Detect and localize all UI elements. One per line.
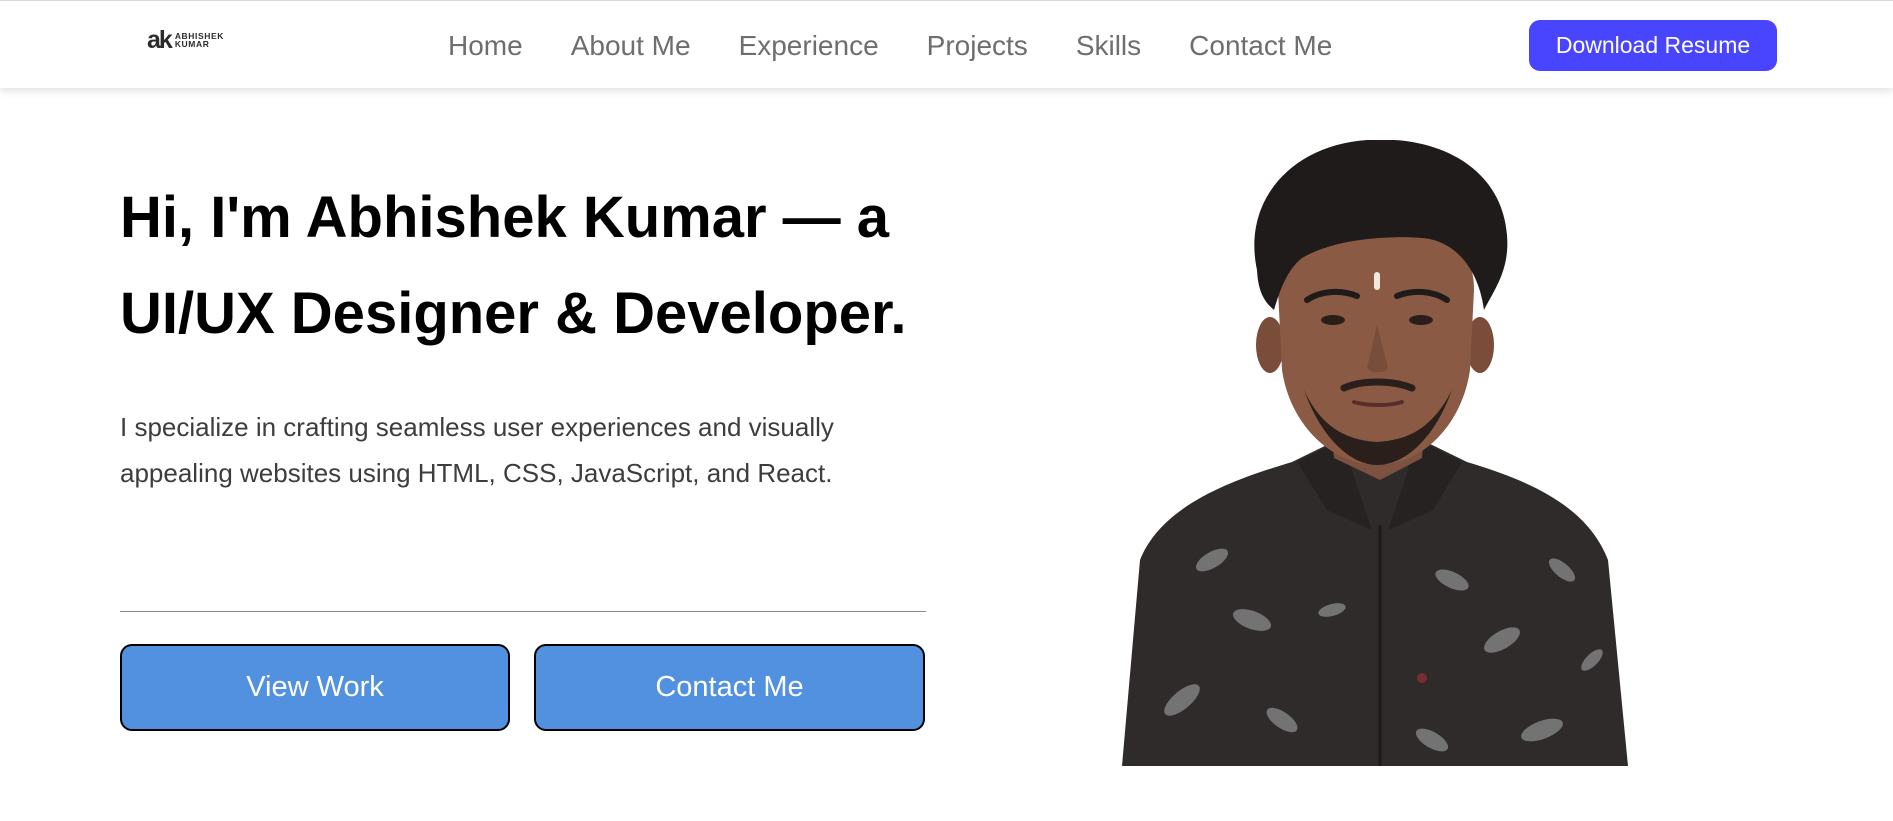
hero-title: Hi, I'm Abhishek Kumar — a UI/UX Designe… xyxy=(120,185,907,346)
hero-description: I specialize in crafting seamless user e… xyxy=(120,412,834,488)
view-work-button[interactable]: View Work xyxy=(120,644,510,731)
nav-link-home[interactable]: Home xyxy=(448,30,523,61)
nav-link-experience[interactable]: Experience xyxy=(739,30,879,61)
nav-link-projects[interactable]: Projects xyxy=(927,30,1028,61)
nav-item-home: Home xyxy=(448,27,523,65)
nav-item-experience: Experience xyxy=(739,27,879,65)
nav-link-skills[interactable]: Skills xyxy=(1076,30,1141,61)
logo-text: ABHISHEK KUMAR xyxy=(174,31,224,49)
logo-mark: ak xyxy=(147,26,173,54)
nav-item-contact: Contact Me xyxy=(1189,27,1332,65)
hero-divider xyxy=(120,611,926,612)
nav-link-about[interactable]: About Me xyxy=(571,30,691,61)
nav-item-skills: Skills xyxy=(1076,27,1141,65)
hero-content: Hi, I'm Abhishek Kumar — a UI/UX Designe… xyxy=(120,170,926,496)
download-resume-button[interactable]: Download Resume xyxy=(1529,20,1777,71)
nav-item-about: About Me xyxy=(571,27,691,65)
nav-links: Home About Me Experience Projects Skills… xyxy=(448,27,1332,65)
site-logo[interactable]: ak ABHISHEK KUMAR xyxy=(147,26,224,54)
profile-photo xyxy=(1122,140,1628,766)
logo-line-2: KUMAR xyxy=(174,39,210,49)
nav-item-projects: Projects xyxy=(927,27,1028,65)
navbar: ak ABHISHEK KUMAR Home About Me Experien… xyxy=(0,0,1893,88)
nav-link-contact[interactable]: Contact Me xyxy=(1189,30,1332,61)
contact-me-button[interactable]: Contact Me xyxy=(534,644,925,731)
